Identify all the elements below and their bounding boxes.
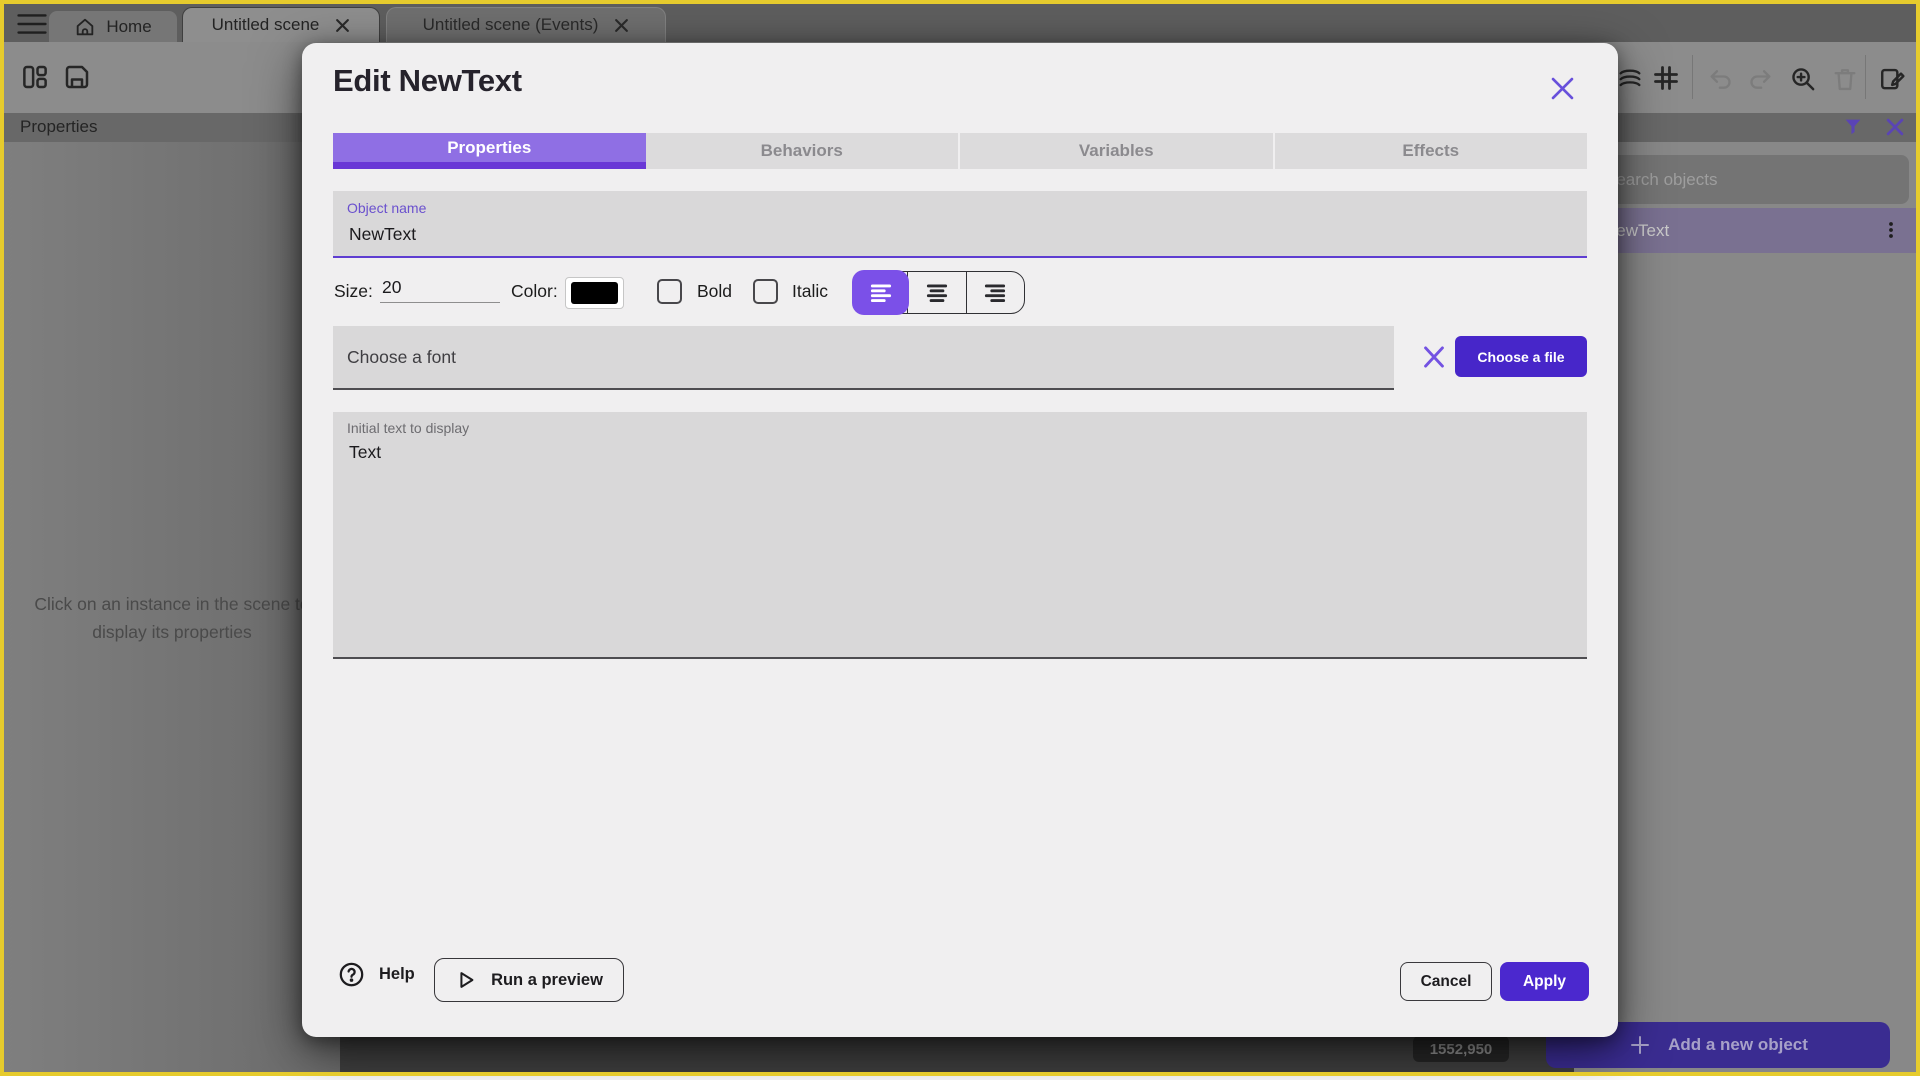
toggle-panels-button[interactable] (20, 62, 50, 92)
bold-label: Bold (697, 281, 733, 301)
font-select-field[interactable]: Choose a font (333, 326, 1394, 390)
edit-scene-icon (1881, 68, 1905, 90)
tab-untitled-scene[interactable]: Untitled scene (182, 7, 380, 42)
dialog-title: Edit NewText (333, 63, 522, 98)
close-icon[interactable] (335, 18, 350, 33)
size-input[interactable] (380, 275, 500, 303)
italic-checkbox[interactable] (753, 279, 778, 304)
add-new-object-label: Add a new object (1668, 1035, 1808, 1054)
save-icon (65, 65, 89, 89)
close-objects-panel-button[interactable] (1885, 117, 1905, 137)
delete-button[interactable] (1831, 65, 1859, 93)
empty-message-line1: Click on an instance in the scene to (34, 594, 310, 614)
save-button[interactable] (62, 62, 92, 92)
object-item-menu-button[interactable] (1882, 218, 1900, 242)
zoom-in-icon (1792, 68, 1815, 91)
panels-icon (23, 65, 47, 89)
tab-untitled-scene-events[interactable]: Untitled scene (Events) (386, 7, 666, 42)
undo-icon (1710, 70, 1731, 89)
objects-panel: NewText (1574, 142, 1920, 1072)
run-preview-button[interactable]: Run a preview (434, 958, 624, 1002)
redo-icon (1750, 70, 1771, 89)
filter-icon (1845, 119, 1861, 135)
color-label: Color: (511, 281, 558, 301)
app-root: Home Untitled scene Untitled scene (Even… (0, 0, 1920, 1080)
layers-button[interactable] (1616, 64, 1644, 92)
align-left-button[interactable] (852, 270, 910, 315)
toolbar-divider (1692, 55, 1693, 99)
initial-text-input[interactable]: Text (347, 440, 1571, 649)
object-name-input[interactable] (347, 223, 951, 246)
color-picker-swatch[interactable] (565, 277, 624, 309)
properties-panel: Click on an instance in the scene to dis… (4, 142, 340, 1072)
empty-message-line2: display its properties (92, 622, 252, 642)
plus-icon (1631, 1036, 1650, 1054)
play-icon (460, 972, 474, 988)
home-icon (77, 18, 94, 35)
layers-icon (1619, 69, 1641, 87)
toolbar-divider (1865, 55, 1866, 99)
search-objects-input[interactable] (1589, 155, 1920, 204)
grid-icon (1654, 66, 1678, 90)
top-tab-bar: Home Untitled scene Untitled scene (Even… (4, 4, 1916, 42)
kebab-menu-icon (1889, 222, 1893, 238)
cursor-coordinates-badge: 1552,950 (1413, 1036, 1509, 1062)
run-preview-label: Run a preview (491, 970, 603, 989)
search-objects-field[interactable] (1589, 155, 1920, 204)
align-left-icon (870, 284, 891, 302)
help-label: Help (379, 965, 415, 983)
properties-panel-title: Properties (20, 117, 98, 136)
choose-file-button[interactable]: Choose a file (1455, 336, 1587, 377)
close-icon[interactable] (614, 18, 629, 33)
trash-icon (1834, 69, 1856, 91)
object-list-item-newtext[interactable]: NewText (1574, 208, 1916, 253)
filter-objects-button[interactable] (1842, 116, 1864, 138)
object-name-field[interactable]: Object name (333, 191, 1587, 258)
tab-behaviors[interactable]: Behaviors (645, 133, 958, 169)
tab-effects[interactable]: Effects (1272, 133, 1587, 169)
zoom-button[interactable] (1789, 65, 1818, 94)
text-alignment-group (852, 270, 1025, 315)
edit-scene-properties-button[interactable] (1878, 64, 1907, 93)
align-center-icon (926, 284, 948, 302)
apply-button[interactable]: Apply (1500, 962, 1589, 1001)
color-swatch-value (571, 282, 618, 304)
tab-home[interactable]: Home (49, 11, 177, 42)
close-icon (1424, 346, 1444, 368)
tab-events-label: Untitled scene (Events) (422, 15, 599, 34)
grid-button[interactable] (1652, 64, 1680, 92)
close-icon (1551, 77, 1574, 100)
tab-variables[interactable]: Variables (958, 133, 1273, 169)
size-label: Size: (334, 281, 373, 301)
dialog-close-button[interactable] (1549, 75, 1576, 102)
tab-scene-label: Untitled scene (211, 15, 320, 34)
align-center-button[interactable] (907, 272, 965, 313)
undo-button[interactable] (1707, 66, 1735, 94)
edit-object-dialog: Edit NewText Properties Behaviors Variab… (302, 43, 1618, 1037)
help-button[interactable]: Help (338, 961, 415, 988)
initial-text-field[interactable]: Initial text to display Text (333, 412, 1587, 659)
initial-text-label: Initial text to display (347, 420, 470, 436)
dialog-tabs: Properties Behaviors Variables Effects (333, 133, 1587, 169)
tab-home-label: Home (106, 16, 152, 36)
align-right-icon (985, 284, 1006, 302)
clear-font-button[interactable] (1421, 344, 1447, 370)
properties-empty-message: Click on an instance in the scene to dis… (4, 590, 340, 646)
tab-properties[interactable]: Properties (333, 133, 646, 169)
cancel-button[interactable]: Cancel (1400, 962, 1492, 1001)
bold-checkbox[interactable] (657, 279, 682, 304)
align-right-button[interactable] (965, 272, 1024, 313)
redo-button[interactable] (1746, 66, 1774, 94)
font-field-placeholder: Choose a font (347, 346, 456, 367)
object-name-label: Object name (347, 200, 427, 216)
hamburger-icon (17, 14, 47, 34)
main-menu-button[interactable] (16, 13, 48, 35)
help-icon (339, 962, 364, 987)
italic-label: Italic (792, 281, 828, 301)
close-icon (1886, 118, 1904, 136)
